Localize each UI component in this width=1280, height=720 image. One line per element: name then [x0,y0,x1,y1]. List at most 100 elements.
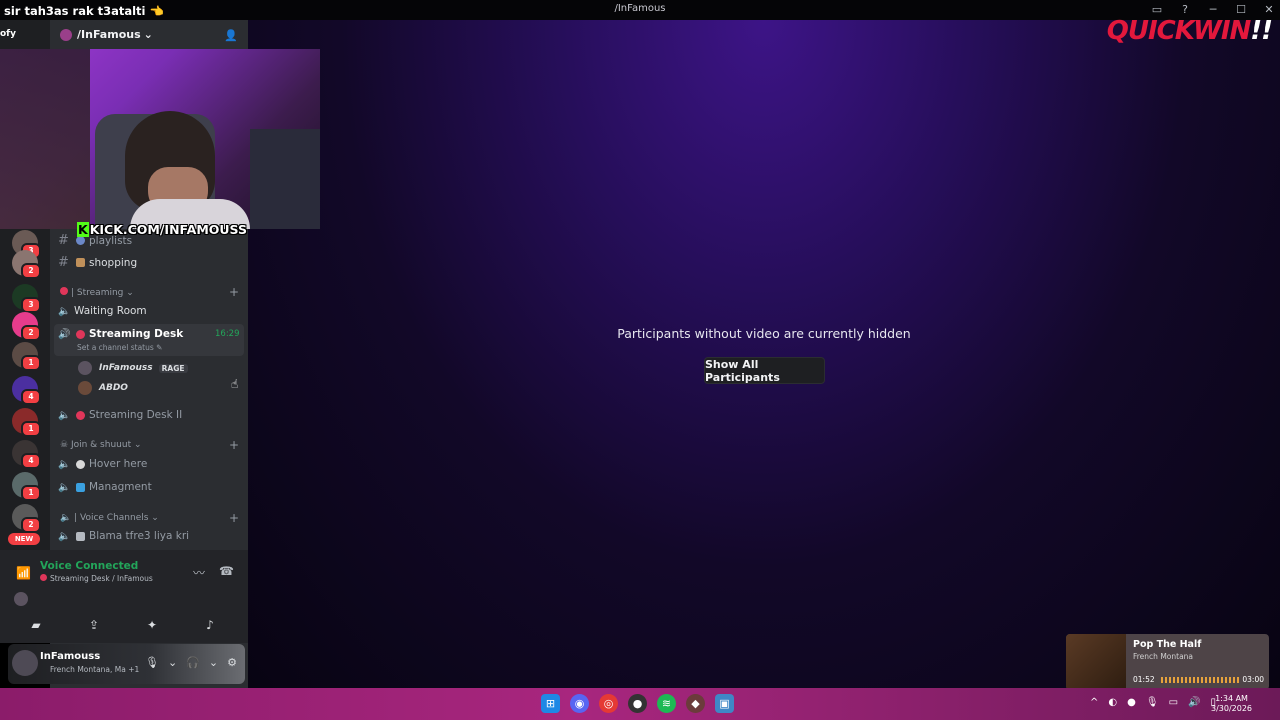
add-member-icon[interactable]: 👤 [224,29,238,42]
windows-start-icon[interactable]: ⊞ [541,694,560,713]
category-voice[interactable]: 🔈 | Voice Channels ⌄ [60,513,159,523]
category-streaming[interactable]: | Streaming ⌄ [60,287,134,298]
chevron-up-icon[interactable]: ^ [1090,697,1098,708]
overlay-tag: ofy [0,29,16,39]
network-icon[interactable]: ▭ [1169,697,1178,708]
channel-label: Managment [89,481,152,493]
channel-streaming-desk-2[interactable]: 🔈 Streaming Desk II [58,409,182,421]
show-all-participants-button[interactable]: Show All Participants [704,357,825,384]
server-icon[interactable]: 2 [12,312,41,341]
new-badge: NEW [8,533,40,545]
user-name: InFamouss [40,651,101,662]
elapsed-time: 01:52 [1133,675,1155,684]
call-stage: Participants without video are currently… [248,20,1280,688]
voice-user[interactable]: InFamouss RAGE [78,361,188,375]
headphones-icon[interactable]: 🎧 [186,656,200,669]
webcam-background [0,49,90,229]
location-label: Streaming Desk / InFamous [50,574,153,583]
avatar [78,381,92,395]
camera-off-icon[interactable]: ▰ [10,614,62,636]
category-join[interactable]: ☠ Join & shuuut ⌄ [60,440,142,450]
record-icon [76,329,85,339]
server-logo-icon [60,28,72,41]
channel-hover-here[interactable]: 🔈 Hover here [58,458,147,470]
title-bar: sir tah3as rak t3atalti 👈 /InFamous ▭ ? … [0,0,1280,20]
microphone-icon[interactable]: 🎙 [145,656,159,669]
minimize-button[interactable]: ─ [1206,3,1220,16]
add-channel-icon[interactable]: + [229,285,239,299]
unread-badge: 2 [21,263,41,279]
user-name: ABDO [99,383,128,393]
screen-icon[interactable]: ▣ [715,694,734,713]
speaker-icon: 🔊 [58,328,71,340]
server-icon[interactable]: 1 [12,342,41,371]
song-title: Pop The Half [1133,639,1202,650]
microphone-icon[interactable]: 🎙 [1146,697,1159,708]
app-icon[interactable]: ◆ [686,694,705,713]
server-header[interactable]: /InFamous ⌄ 👤 [50,20,248,50]
record-icon [60,287,68,295]
kick-logo-icon: K [77,222,89,237]
server-icon[interactable]: 1 [12,408,41,437]
spotify-icon[interactable]: ≋ [657,694,676,713]
maximize-button[interactable]: ☐ [1234,3,1248,16]
user-panel: InFamouss French Montana, Ma +1 🎙 ⌄ 🎧 ⌄ … [8,644,245,684]
unread-badge: 1 [21,485,41,501]
add-channel-icon[interactable]: + [229,438,239,452]
gear-icon[interactable]: ⚙ [227,656,237,669]
soundboard-icon[interactable]: ♪ [184,614,236,636]
channel-label: Streaming Desk II [89,409,183,421]
add-channel-icon[interactable]: + [229,511,239,525]
category-label: | Voice Channels [74,513,149,523]
clock[interactable]: 1:34 AM 3/30/2026 [1211,694,1252,714]
hash-icon: # [58,255,69,270]
channel-streaming-desk[interactable]: 🔊 Streaming Desk [58,328,183,340]
noise-suppression-icon[interactable]: 〰 [193,564,205,581]
taskbar-apps: ⊞ ◉ ◎ ● ≋ ◆ ▣ [541,694,734,713]
channel-label: shopping [89,256,138,269]
voice-user[interactable]: ABDO [78,381,128,395]
discord-icon[interactable]: ◉ [570,694,589,713]
volume-icon[interactable]: 🔊 [1188,697,1200,708]
channel-waiting-room[interactable]: 🔈 Waiting Room [58,305,147,317]
set-channel-status[interactable]: Set a channel status ✎ [77,343,162,352]
voice-connection-panel: 📶 Voice Connected Streaming Desk / InFam… [0,550,248,643]
channel-label: Waiting Room [74,305,147,317]
server-icon[interactable]: 3 [12,284,41,313]
status-label: Set a channel status [77,343,154,352]
unread-badge: 4 [21,389,41,405]
chevron-down-icon[interactable]: ⌄ [209,656,218,669]
server-icon[interactable]: 4 [12,440,41,469]
taskbar: ⊞ ◉ ◎ ● ≋ ◆ ▣ ^ ◐ ● 🎙 ▭ 🔊 ▯ 1:34 AM 3/30… [0,688,1280,720]
disconnect-icon[interactable]: ☎ [219,564,234,581]
server-icon[interactable]: 2 [12,504,41,533]
voice-status[interactable]: Voice Connected [40,560,138,572]
screen-share-icon[interactable]: ⇪ [68,614,120,636]
channel-managment[interactable]: 🔈 Managment [58,481,152,493]
help-icon[interactable]: ? [1178,3,1192,16]
server-name: /InFamous [77,28,141,41]
channel-shopping[interactable]: # shopping [58,255,137,270]
tray-app-icon[interactable]: ◐ [1108,697,1117,708]
eyes-icon [76,459,85,469]
chevron-down-icon[interactable]: ⌄ [168,656,177,669]
server-icon[interactable]: 4 [12,376,41,405]
channel-blama[interactable]: 🔈 Blama tfre3 liya kri [58,530,189,542]
channel-emoji-icon [76,236,85,245]
chrome-icon[interactable]: ◎ [599,694,618,713]
close-button[interactable]: ✕ [1262,3,1276,16]
inbox-icon[interactable]: ▭ [1150,3,1164,16]
tray-app-icon[interactable]: ● [1127,697,1136,708]
server-icon[interactable]: 2 [12,250,41,279]
signal-icon[interactable]: 📶 [16,566,31,580]
server-icon[interactable]: 1 [12,472,41,501]
activities-icon[interactable]: ✦ [126,614,178,636]
avatar[interactable] [12,650,38,676]
speaker-icon: 🔈 [58,458,71,470]
voice-location[interactable]: Streaming Desk / InFamous [40,574,153,583]
category-label: | Streaming [71,288,124,298]
voice-action-bar: ▰ ⇪ ✦ ♪ [10,614,236,636]
speaker-icon: 🔈 [58,409,71,421]
obs-icon[interactable]: ● [628,694,647,713]
clock-time: 1:34 AM [1215,694,1248,703]
